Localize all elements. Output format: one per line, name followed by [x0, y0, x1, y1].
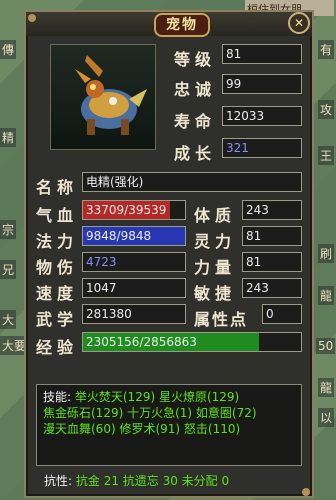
exp-bar: 2305156/2856863	[82, 332, 302, 352]
pet-portrait	[50, 44, 156, 150]
loyalty-value: 99	[222, 74, 302, 94]
hp-value: 33709/39539	[86, 203, 167, 217]
background-right-label: 刷	[318, 244, 335, 263]
title-bar[interactable]: 宠物 ✕	[26, 12, 312, 37]
speed-label: 速度	[36, 284, 79, 303]
attribute-points-value: 0	[262, 304, 302, 324]
level-value: 81	[222, 44, 302, 64]
spirit-label: 灵力	[194, 232, 237, 251]
attribute-points-label: 属性点	[194, 310, 249, 329]
loyalty-label: 忠诚	[174, 80, 217, 99]
martial-label: 武学	[36, 310, 79, 329]
background-left-label: 大	[0, 310, 17, 329]
background-left-label: 宗	[0, 220, 17, 239]
skills-label: 技能:	[43, 390, 72, 404]
close-button[interactable]: ✕	[288, 12, 310, 34]
mp-label: 法力	[36, 232, 79, 251]
resist-row: 抗性: 抗金 21 抗遗忘 30 未分配 0	[36, 466, 302, 492]
growth-value: 321	[222, 138, 302, 158]
strength-value: 81	[242, 252, 302, 272]
window-title: 宠物	[154, 13, 210, 37]
pet-model-icon	[75, 55, 147, 135]
skills-panel: 技能: 举火焚天(129) 星火燎原(129) 焦金砾石(129) 十万火急(1…	[36, 384, 302, 466]
martial-value: 281380	[82, 304, 186, 324]
resist-value: 抗金 21 抗遗忘 30 未分配 0	[75, 474, 230, 488]
pet-window: 宠物 ✕ 等级 81 忠诚 99 寿命 12033 成长 321 名称 电精(强…	[24, 10, 314, 498]
lifespan-label: 寿命	[174, 112, 217, 131]
background-left-label: 傳	[0, 40, 17, 59]
lifespan-value: 12033	[222, 106, 302, 126]
agility-value: 243	[242, 278, 302, 298]
background-right-label: 王	[318, 146, 335, 165]
exp-label: 经验	[36, 338, 79, 357]
background-right-label: 以	[318, 408, 335, 427]
speed-value: 1047	[82, 278, 186, 298]
agility-label: 敏捷	[194, 284, 237, 303]
background-left-label: 兄	[0, 260, 17, 279]
spirit-value: 81	[242, 226, 302, 246]
skill-line[interactable]: 举火焚天(129) 星火燎原(129)	[75, 390, 239, 404]
resist-label: 抗性:	[44, 474, 73, 488]
background-right-label: 50	[316, 338, 336, 354]
hp-bar: 33709/39539	[82, 200, 186, 220]
background-right-label: 龍	[318, 286, 335, 305]
growth-label: 成长	[174, 144, 217, 163]
corner-ornament	[302, 488, 310, 496]
name-label: 名称	[36, 178, 79, 197]
pet-name-value[interactable]: 电精(强化)	[82, 172, 302, 192]
phys-damage-label: 物伤	[36, 258, 79, 277]
background-right-label: 攻	[318, 100, 335, 119]
background-left-label: 精	[0, 128, 17, 147]
corner-ornament	[28, 14, 36, 22]
mp-value: 9848/9848	[86, 229, 152, 243]
constitution-value: 243	[242, 200, 302, 220]
mp-bar: 9848/9848	[82, 226, 186, 246]
level-label: 等级	[174, 50, 217, 69]
skill-line[interactable]: 漫天血舞(60) 修罗术(91) 怒击(110)	[43, 421, 295, 437]
constitution-label: 体质	[194, 206, 237, 225]
skill-line[interactable]: 焦金砾石(129) 十万火急(1) 如意圈(72)	[43, 405, 295, 421]
exp-value: 2305156/2856863	[86, 335, 197, 349]
phys-damage-value: 4723	[82, 252, 186, 272]
background-right-label: 有	[318, 40, 335, 59]
hp-label: 气血	[36, 206, 79, 225]
background-right-label: 龍	[318, 378, 335, 397]
strength-label: 力量	[194, 258, 237, 277]
